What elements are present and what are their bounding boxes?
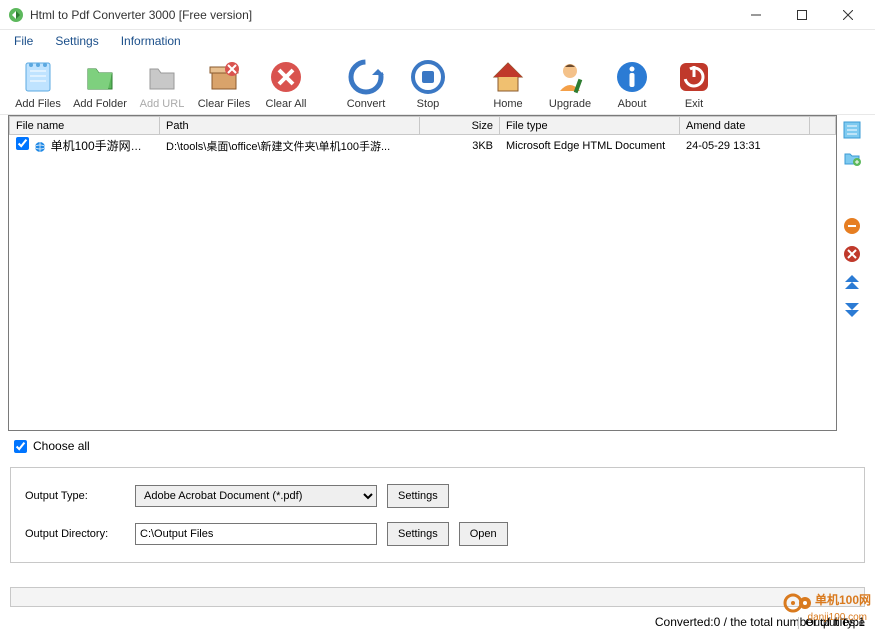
col-path[interactable]: Path: [160, 117, 420, 135]
user-icon: [551, 58, 589, 96]
output-dir-settings-button[interactable]: Settings: [387, 522, 449, 546]
folder-add-icon[interactable]: [843, 149, 861, 167]
box-x-icon: [205, 58, 243, 96]
minimize-button[interactable]: [733, 0, 779, 30]
watermark: 单机100网: [783, 585, 871, 613]
menu-information[interactable]: Information: [111, 32, 191, 50]
close-button[interactable]: [825, 0, 871, 30]
add-url-button[interactable]: Add URL: [134, 58, 190, 110]
choose-all-label: Choose all: [33, 439, 90, 453]
folder-grey-icon: [143, 58, 181, 96]
stop-button[interactable]: Stop: [400, 58, 456, 110]
move-down-icon[interactable]: [843, 301, 861, 319]
folder-green-icon: [81, 58, 119, 96]
maximize-button[interactable]: [779, 0, 825, 30]
col-amenddate[interactable]: Amend date: [680, 117, 810, 135]
remove-icon[interactable]: [843, 217, 861, 235]
home-button[interactable]: Home: [480, 58, 536, 110]
add-files-button[interactable]: Add Files: [10, 58, 66, 110]
toolbar: Add Files Add Folder Add URL Clear Files…: [0, 52, 875, 115]
notepad-icon: [19, 58, 57, 96]
progress-bar: [10, 587, 865, 607]
col-filetype[interactable]: File type: [500, 117, 680, 135]
output-dir-label: Output Directory:: [25, 528, 125, 540]
file-table[interactable]: File name Path Size File type Amend date…: [8, 115, 837, 431]
delete-icon[interactable]: [843, 245, 861, 263]
home-icon: [489, 58, 527, 96]
add-folder-button[interactable]: Add Folder: [72, 58, 128, 110]
watermark-icon: [783, 585, 811, 613]
html-file-icon: [34, 141, 46, 153]
output-type-label: Output Type:: [25, 490, 125, 502]
convert-button[interactable]: Convert: [338, 58, 394, 110]
convert-icon: [347, 58, 385, 96]
output-dir-input[interactable]: [135, 523, 377, 545]
clear-all-button[interactable]: Clear All: [258, 58, 314, 110]
watermark-url: danji100.com: [808, 612, 867, 623]
row-checkbox[interactable]: [16, 137, 29, 150]
info-icon: [613, 58, 651, 96]
cancel-icon: [267, 58, 305, 96]
list-select-icon[interactable]: [843, 121, 861, 139]
table-row[interactable]: 单机100手游网下载... D:\tools\桌面\office\新建文件夹\单…: [10, 135, 836, 157]
output-type-settings-button[interactable]: Settings: [387, 484, 449, 508]
title-bar: Html to Pdf Converter 3000 [Free version…: [0, 0, 875, 30]
menu-settings[interactable]: Settings: [45, 32, 108, 50]
choose-all-checkbox[interactable]: [14, 440, 27, 453]
output-dir-open-button[interactable]: Open: [459, 522, 508, 546]
app-icon: [8, 7, 24, 23]
about-button[interactable]: About: [604, 58, 660, 110]
power-icon: [675, 58, 713, 96]
output-type-select[interactable]: Adobe Acrobat Document (*.pdf): [135, 485, 377, 507]
output-panel: Output Type: Adobe Acrobat Document (*.p…: [10, 467, 865, 563]
clear-files-button[interactable]: Clear Files: [196, 58, 252, 110]
menu-bar: File Settings Information: [0, 30, 875, 52]
menu-file[interactable]: File: [4, 32, 43, 50]
stop-icon: [409, 58, 447, 96]
col-filename[interactable]: File name: [10, 117, 160, 135]
exit-button[interactable]: Exit: [666, 58, 722, 110]
side-toolbar: [837, 115, 867, 431]
window-title: Html to Pdf Converter 3000 [Free version…: [30, 8, 733, 22]
upgrade-button[interactable]: Upgrade: [542, 58, 598, 110]
col-size[interactable]: Size: [420, 117, 500, 135]
move-up-icon[interactable]: [843, 273, 861, 291]
